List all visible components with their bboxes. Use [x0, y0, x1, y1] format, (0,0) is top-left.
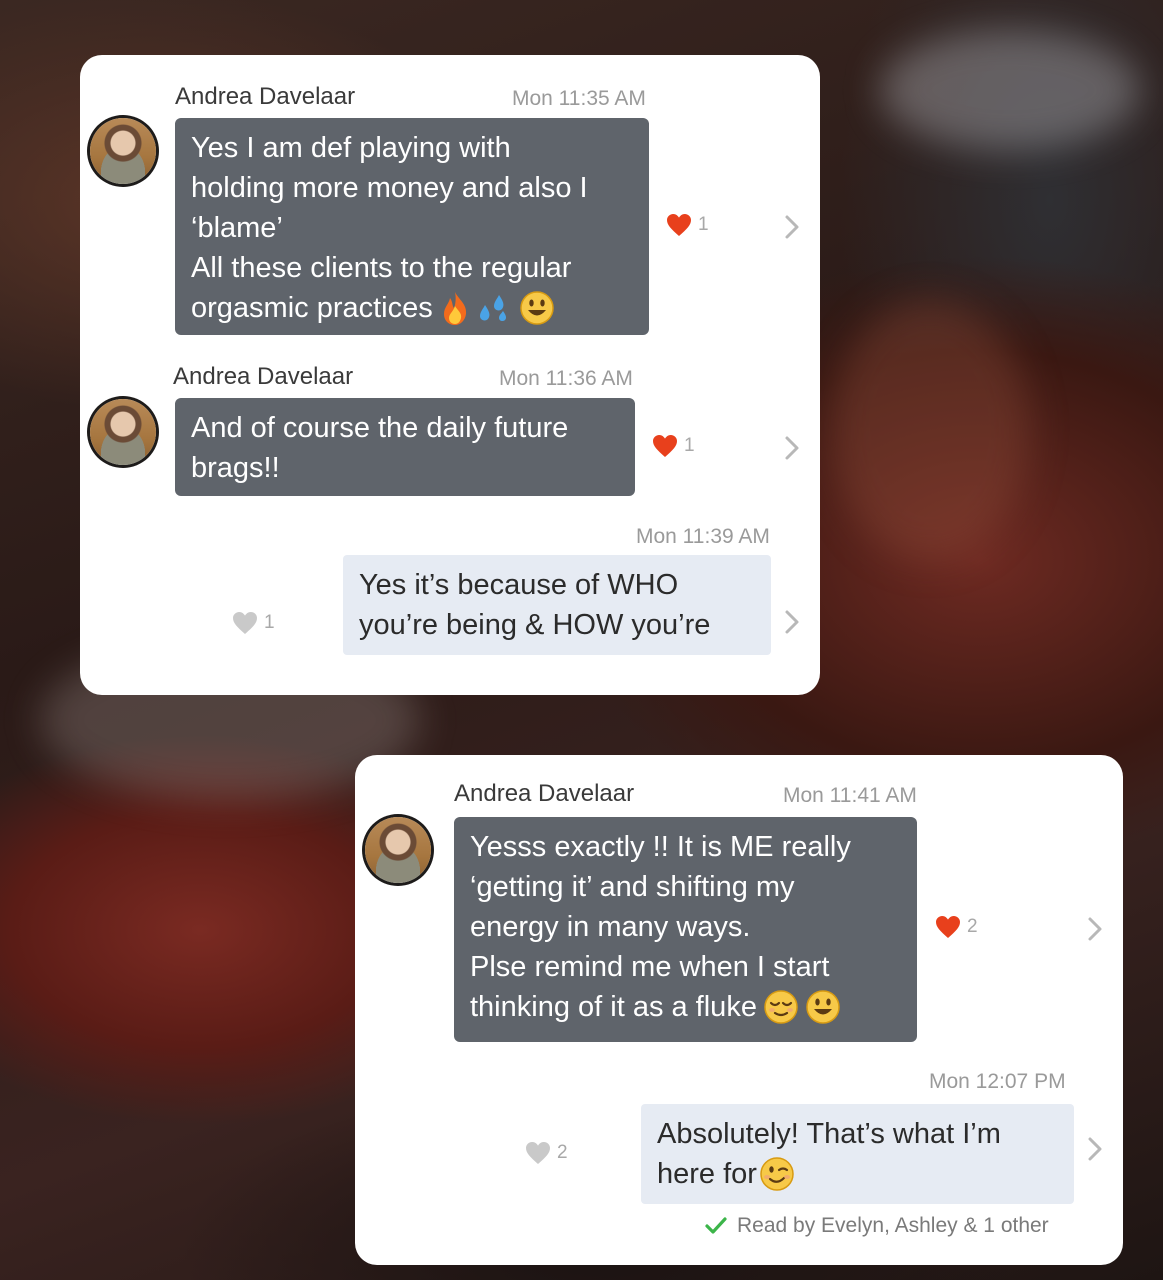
like-button[interactable]: 2 — [525, 1141, 568, 1165]
like-button[interactable]: 1 — [232, 611, 275, 635]
message-line: orgasmic practices — [191, 292, 433, 324]
message-line: Absolutely! That’s what I’m — [657, 1118, 1001, 1150]
sender-name: Andrea Davelaar — [173, 363, 354, 390]
message-bubble[interactable]: Yes it’s because of WHO you’re being & H… — [343, 555, 771, 655]
heart-icon — [936, 916, 960, 938]
message-line: Plse remind me when I start — [470, 951, 830, 983]
like-count: 2 — [967, 916, 978, 937]
message-time: Mon 11:35 AM — [512, 87, 646, 110]
message-line: energy in many ways. — [470, 911, 751, 943]
message-line: All these clients to the regular — [191, 252, 572, 284]
avatar[interactable] — [365, 817, 431, 883]
message-bubble[interactable]: Yes I am def playing with holding more m… — [175, 118, 649, 335]
read-receipt-text: Read by Evelyn, Ashley & 1 other — [737, 1214, 1049, 1237]
like-button[interactable]: 2 — [935, 915, 978, 939]
chat-card-2: Andrea Davelaar Mon 11:41 AM Yesss exact… — [355, 755, 1123, 1265]
message-line: ‘getting it’ and shifting my — [470, 871, 795, 903]
fire-icon — [443, 292, 466, 325]
message-time: Mon 11:41 AM — [783, 784, 917, 807]
chevron-right-icon[interactable] — [1087, 1136, 1103, 1162]
smiley-icon — [806, 990, 840, 1024]
sender-name: Andrea Davelaar — [454, 780, 635, 807]
like-count: 1 — [698, 214, 709, 235]
message-time: Mon 11:36 AM — [499, 367, 633, 390]
message-line: you’re being & HOW you’re — [359, 609, 711, 641]
sweat-droplets-icon — [479, 295, 506, 322]
message-line: holding more money and also I — [191, 172, 588, 204]
checkmark-icon — [705, 1217, 727, 1234]
heart-icon — [667, 214, 691, 236]
message-time: Mon 12:07 PM — [929, 1070, 1066, 1093]
like-button[interactable]: 1 — [652, 434, 695, 458]
message-line: Yes I am def playing with — [191, 132, 511, 164]
message-line: Yesss exactly !! It is ME really — [470, 831, 851, 863]
winking-face-icon — [760, 1157, 794, 1191]
chevron-right-icon[interactable] — [1087, 916, 1103, 942]
message-line: here for — [657, 1158, 757, 1190]
smiley-icon — [520, 291, 554, 325]
heart-icon — [653, 435, 677, 457]
avatar[interactable] — [90, 118, 156, 184]
like-count: 1 — [264, 612, 275, 633]
message-bubble[interactable]: Yesss exactly !! It is ME really ‘gettin… — [454, 817, 917, 1042]
read-receipt: Read by Evelyn, Ashley & 1 other — [705, 1214, 1049, 1238]
like-count: 2 — [557, 1142, 568, 1163]
message-time: Mon 11:39 AM — [636, 525, 770, 548]
message-line: And of course the daily future — [191, 412, 569, 444]
relieved-face-icon — [764, 990, 798, 1024]
sender-name: Andrea Davelaar — [175, 83, 356, 110]
heart-icon — [526, 1142, 550, 1164]
chevron-right-icon[interactable] — [784, 214, 800, 240]
chevron-right-icon[interactable] — [784, 435, 800, 461]
like-count: 1 — [684, 435, 695, 456]
avatar[interactable] — [90, 399, 156, 465]
chat-card-1: Andrea Davelaar Mon 11:35 AM Yes I am de… — [80, 55, 820, 695]
message-line: thinking of it as a fluke — [470, 991, 757, 1023]
message-line: Yes it’s because of WHO — [359, 569, 679, 601]
like-button[interactable]: 1 — [666, 213, 709, 237]
message-line: brags!! — [191, 452, 280, 484]
chevron-right-icon[interactable] — [784, 609, 800, 635]
message-bubble[interactable]: And of course the daily future brags!! — [175, 398, 635, 496]
message-bubble[interactable]: Absolutely! That’s what I’m here for — [641, 1104, 1074, 1204]
heart-icon — [233, 612, 257, 634]
message-line: ‘blame’ — [191, 212, 283, 244]
